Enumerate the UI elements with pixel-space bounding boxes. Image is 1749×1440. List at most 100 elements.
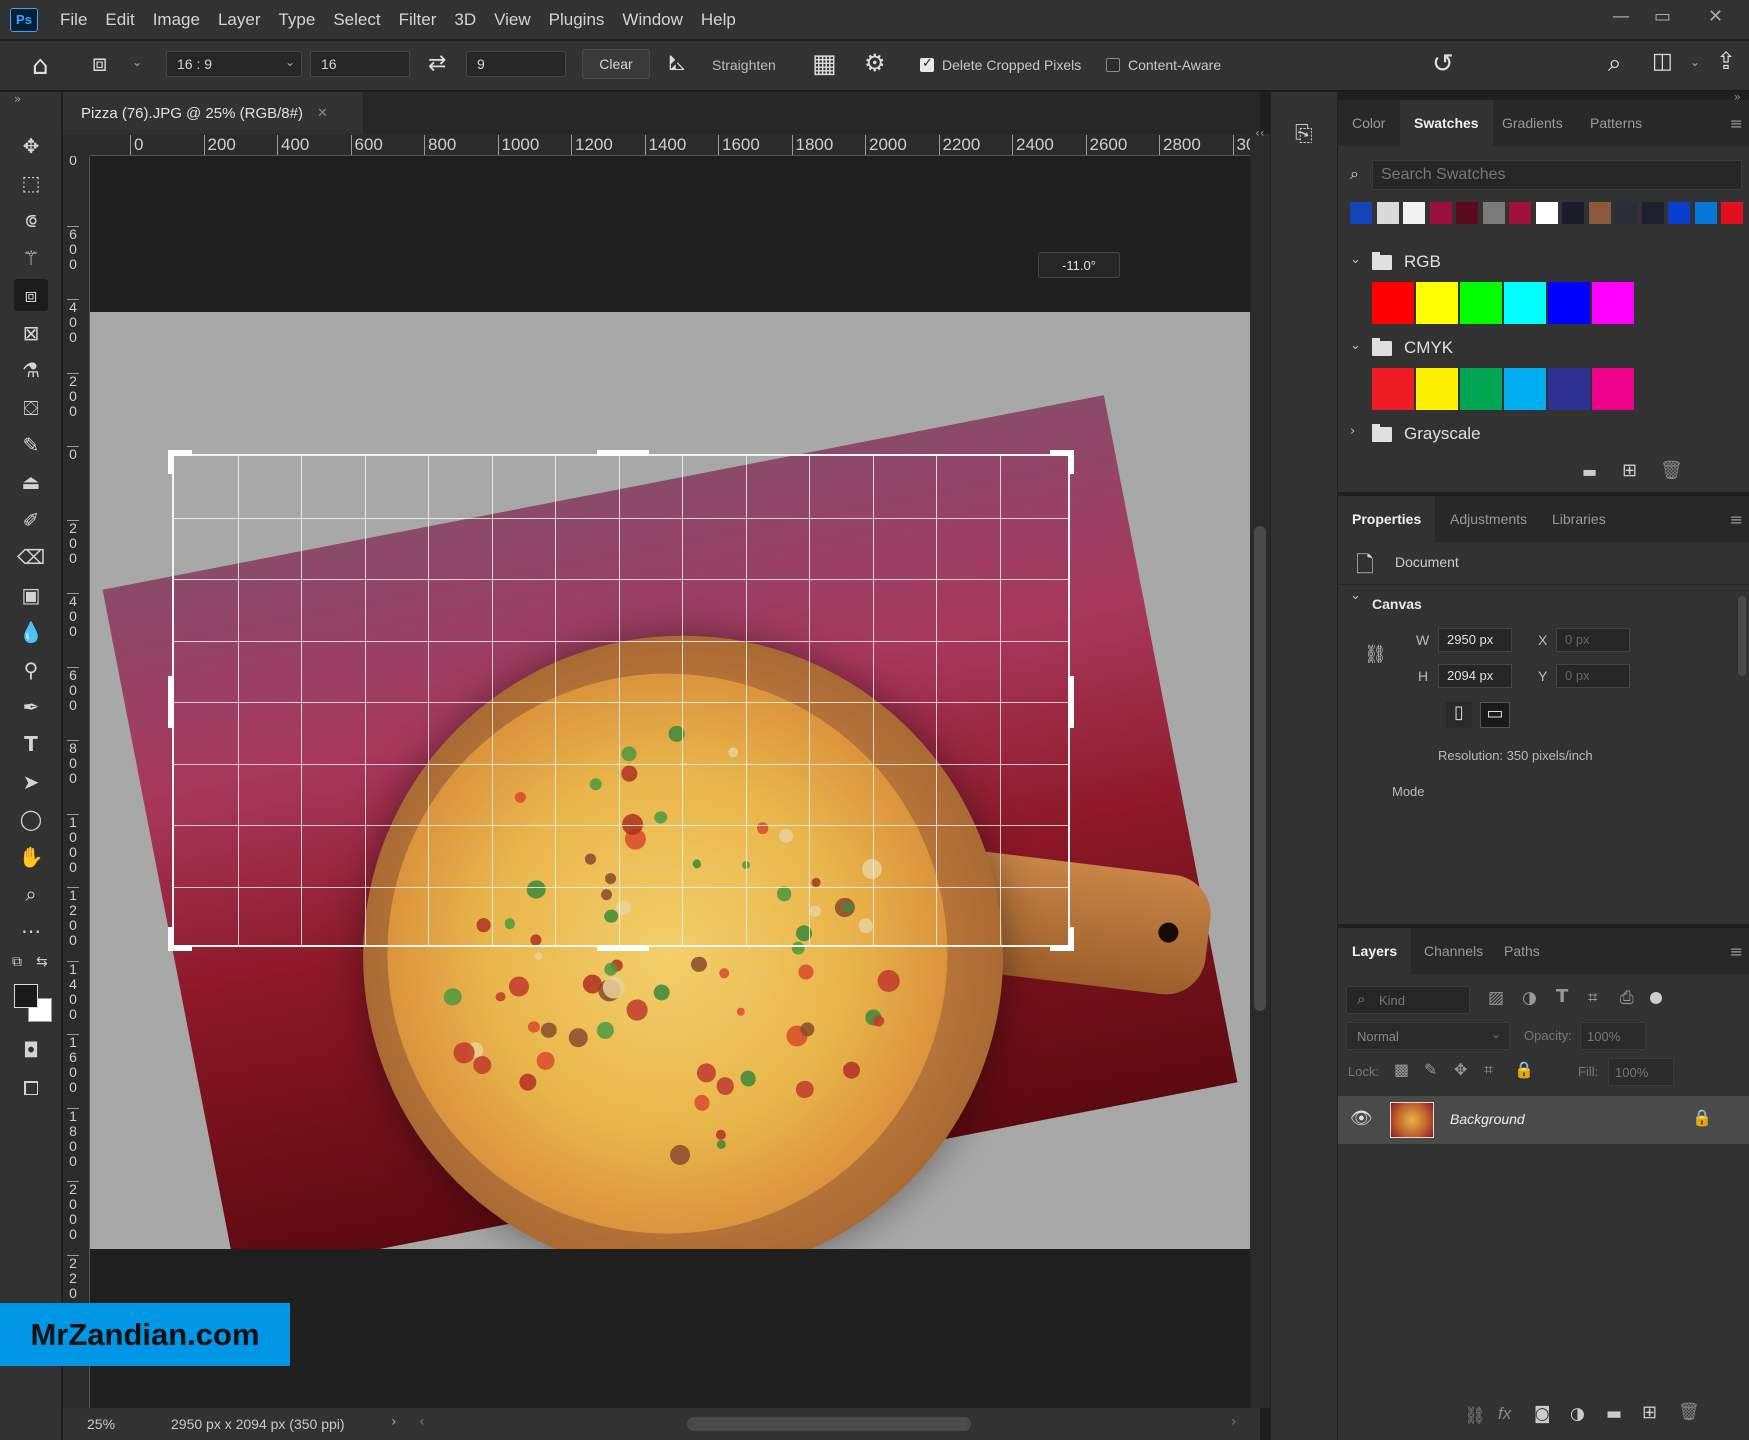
new-layer-icon[interactable]: ⊞ bbox=[1642, 1402, 1657, 1423]
menu-filter[interactable]: Filter bbox=[399, 10, 437, 30]
layer-filter-kind-select[interactable]: ⌕ Kind bbox=[1346, 986, 1470, 1014]
search-swatches-input[interactable]: Search Swatches bbox=[1372, 160, 1742, 190]
recent-swatch[interactable] bbox=[1509, 202, 1531, 224]
close-tab-icon[interactable]: ✕ bbox=[317, 106, 328, 121]
canvas-area[interactable]: -11.0° bbox=[90, 156, 1250, 1408]
recent-swatch[interactable] bbox=[1350, 202, 1372, 224]
recent-swatch[interactable] bbox=[1641, 202, 1664, 224]
lasso-tool-icon[interactable]: ⟃ bbox=[14, 204, 48, 236]
recent-swatch[interactable] bbox=[1376, 202, 1399, 224]
recent-swatch[interactable] bbox=[1588, 202, 1611, 224]
screen-mode-icon[interactable]: ⧠ bbox=[14, 1072, 48, 1104]
vertical-scroll-thumb[interactable] bbox=[1254, 526, 1266, 1011]
canvas-height-field[interactable]: 2094 px bbox=[1438, 664, 1512, 688]
menu-help[interactable]: Help bbox=[701, 10, 736, 30]
swatch-group-rgb[interactable]: ⌄ RGB bbox=[1338, 246, 1749, 280]
adjustment-layer-icon[interactable]: ◑ bbox=[1570, 1404, 1585, 1424]
landscape-orientation-icon[interactable]: ▭ bbox=[1480, 702, 1510, 728]
ellipse-tool-icon[interactable]: ◯ bbox=[14, 803, 48, 835]
lock-icon[interactable]: 🔒 bbox=[1692, 1108, 1712, 1127]
new-group-icon[interactable]: ▬ bbox=[1582, 462, 1597, 481]
brush-tool-icon[interactable]: ✎ bbox=[14, 429, 48, 461]
default-colors-icon[interactable]: ⧉ bbox=[12, 954, 22, 970]
clear-button[interactable]: Clear bbox=[582, 49, 650, 79]
path-selection-tool-icon[interactable]: ➤ bbox=[14, 766, 48, 798]
recent-swatch[interactable] bbox=[1403, 202, 1425, 224]
chevron-down-icon[interactable]: ⌄ bbox=[1350, 338, 1361, 353]
filter-smart-object-icon[interactable]: ⎙ bbox=[1620, 988, 1634, 1008]
filter-shape-layer-icon[interactable]: ⌗ bbox=[1588, 988, 1598, 1008]
link-dimensions-icon[interactable]: ⛓ bbox=[1364, 644, 1387, 665]
document-tab[interactable]: Pizza (76).JPG @ 25% (RGB/8#) ✕ bbox=[63, 92, 363, 134]
layer-row-background[interactable]: 👁 Background 🔒 bbox=[1338, 1096, 1749, 1144]
tab-channels[interactable]: Channels bbox=[1410, 928, 1497, 974]
lock-all-icon[interactable]: 🔒 bbox=[1514, 1060, 1534, 1079]
zoom-level[interactable]: 25% bbox=[87, 1416, 115, 1432]
swap-colors-icon[interactable]: ⇆ bbox=[36, 954, 48, 970]
tab-adjustments[interactable]: Adjustments bbox=[1436, 496, 1541, 542]
blend-mode-select[interactable]: Normal ⌄ bbox=[1346, 1022, 1510, 1050]
filter-adjustment-layer-icon[interactable]: ◑ bbox=[1522, 988, 1537, 1008]
color-swatch[interactable] bbox=[1460, 368, 1502, 410]
vertical-scrollbar[interactable]: ‹‹ bbox=[1250, 126, 1270, 1408]
color-swatch[interactable] bbox=[1548, 368, 1590, 410]
content-aware-checkbox[interactable] bbox=[1106, 58, 1120, 72]
menu-3d[interactable]: 3D bbox=[454, 10, 476, 30]
color-swatch[interactable] bbox=[1592, 368, 1634, 410]
magic-wand-tool-icon[interactable]: ⚚ bbox=[14, 242, 48, 274]
clone-stamp-tool-icon[interactable]: ⏏ bbox=[14, 466, 48, 498]
chevron-down-icon[interactable]: ⌄ bbox=[1690, 55, 1700, 69]
color-swatch[interactable] bbox=[1416, 368, 1458, 410]
recent-swatch[interactable] bbox=[1482, 202, 1505, 224]
close-icon[interactable]: ✕ bbox=[1708, 6, 1723, 27]
marquee-tool-icon[interactable]: ⬚ bbox=[14, 167, 48, 199]
lock-artboard-icon[interactable]: ⌗ bbox=[1484, 1060, 1493, 1080]
tab-swatches[interactable]: Swatches bbox=[1400, 100, 1493, 146]
tab-libraries[interactable]: Libraries bbox=[1538, 496, 1620, 542]
layer-name[interactable]: Background bbox=[1450, 1111, 1525, 1127]
swatch-group-grayscale[interactable]: › Grayscale bbox=[1338, 418, 1749, 452]
more-tools-icon[interactable]: ⋯ bbox=[14, 915, 48, 947]
crop-handle-top-right[interactable] bbox=[1050, 450, 1074, 474]
straighten-icon[interactable]: ⛡ bbox=[668, 51, 685, 79]
tab-layers[interactable]: Layers bbox=[1338, 928, 1412, 974]
tab-properties[interactable]: Properties bbox=[1338, 496, 1436, 542]
color-swatch[interactable] bbox=[1372, 368, 1414, 410]
expand-panel-icon[interactable]: » bbox=[14, 92, 21, 106]
tab-gradients[interactable]: Gradients bbox=[1488, 100, 1577, 146]
move-tool-icon[interactable]: ✥ bbox=[14, 130, 48, 162]
scroll-left-icon[interactable]: ‹ bbox=[419, 1414, 425, 1430]
crop-tool-icon[interactable]: ⧈ bbox=[14, 279, 48, 311]
properties-scroll-thumb[interactable] bbox=[1738, 596, 1746, 676]
recent-swatch[interactable] bbox=[1429, 202, 1452, 224]
pen-tool-icon[interactable]: ✒ bbox=[14, 691, 48, 723]
chevron-down-icon[interactable]: ⌄ bbox=[132, 55, 142, 69]
opacity-field[interactable]: 100% bbox=[1580, 1022, 1646, 1050]
crop-handle-bottom-left[interactable] bbox=[168, 927, 192, 951]
color-swatch[interactable] bbox=[1548, 282, 1590, 324]
scroll-right-icon[interactable]: › bbox=[1231, 1414, 1237, 1430]
recent-swatch[interactable] bbox=[1668, 202, 1690, 224]
history-brush-tool-icon[interactable]: ✐ bbox=[14, 504, 48, 536]
layer-style-fx-icon[interactable]: fx bbox=[1498, 1404, 1511, 1424]
recent-swatch[interactable] bbox=[1535, 202, 1558, 224]
eye-icon[interactable]: 👁 bbox=[1350, 1108, 1373, 1129]
crop-handle-bottom[interactable] bbox=[597, 945, 649, 951]
recent-swatch[interactable] bbox=[1615, 202, 1637, 224]
dodge-tool-icon[interactable]: ⚲ bbox=[14, 654, 48, 686]
tab-color[interactable]: Color bbox=[1338, 100, 1399, 146]
history-panel-icon[interactable]: ⎘ bbox=[1295, 122, 1313, 147]
overlay-grid-icon[interactable]: ▦ bbox=[812, 49, 837, 79]
menu-window[interactable]: Window bbox=[622, 10, 682, 30]
tab-patterns[interactable]: Patterns bbox=[1576, 100, 1656, 146]
foreground-color-swatch[interactable] bbox=[14, 984, 38, 1008]
eraser-tool-icon[interactable]: ⌫ bbox=[14, 541, 48, 573]
zoom-tool-icon[interactable]: ⌕ bbox=[14, 878, 48, 910]
crop-box[interactable] bbox=[168, 450, 1074, 951]
minimize-icon[interactable]: — bbox=[1612, 6, 1630, 27]
filter-toggle-icon[interactable] bbox=[1650, 992, 1662, 1004]
menu-view[interactable]: View bbox=[494, 10, 531, 30]
link-layers-icon[interactable]: ⛓ bbox=[1464, 1406, 1486, 1426]
recent-swatch[interactable] bbox=[1456, 202, 1478, 224]
horizontal-scroll-thumb[interactable] bbox=[687, 1417, 971, 1431]
